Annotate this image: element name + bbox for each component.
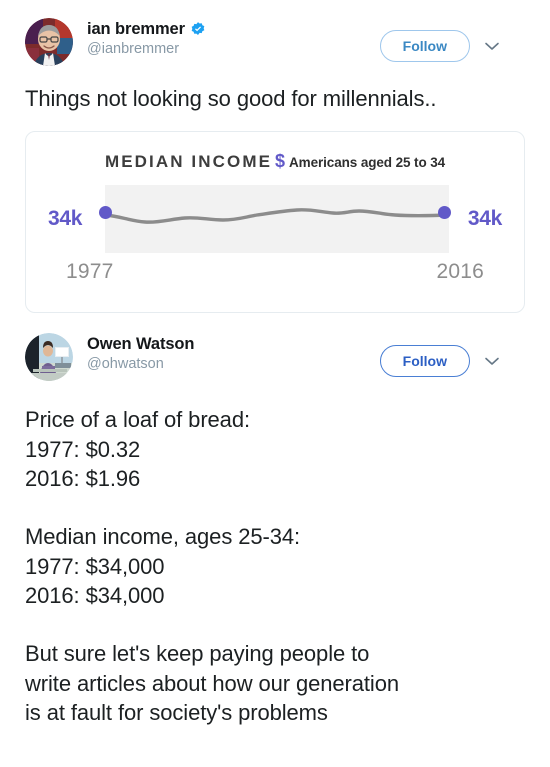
display-name: ian bremmer [87,20,185,38]
chevron-down-icon[interactable] [484,356,500,366]
chevron-down-icon[interactable] [484,41,500,51]
income-line-chart [105,208,449,225]
display-name-row: ian bremmer [87,20,206,38]
chart-endpoint-dot-left [99,206,112,220]
chart-value-label-left: 34k [48,207,83,231]
handle: @ohwatson [87,356,164,373]
chart-plot-area [105,185,449,254]
screenshot-root: ian bremmer @ianbremmer Follow Things no… [0,0,550,767]
tweet-owen-watson: Owen Watson @ohwatson Follow Price of a … [0,313,550,727]
handle: @ianbremmer [87,41,180,58]
tweet-header: ian bremmer @ianbremmer Follow [25,18,525,68]
chart-endpoint-dot-right [438,206,451,220]
follow-controls: Follow [379,345,500,378]
tweet-text: Things not looking so good for millennia… [25,86,437,111]
chart-year-label-left: 1977 [66,260,114,284]
avatar-ian-bremmer[interactable] [25,18,73,66]
avatar-image [25,18,73,66]
chart-subtitle: Americans aged 25 to 34 [289,155,446,171]
chart-value-label-right: 34k [467,207,502,231]
follow-button[interactable]: Follow [379,345,470,378]
verified-badge-icon [191,22,205,36]
dollar-sign-icon: $ [275,151,286,172]
tweet-ian-bremmer: ian bremmer @ianbremmer Follow Things no… [0,0,550,314]
embedded-chart-card[interactable]: MEDIAN INCOME $ Americans aged 25 to 34 34… [25,131,525,314]
tweet-text: Price of a loaf of bread: 1977: $0.32 20… [25,407,399,725]
avatar-image [25,333,73,382]
display-name-row: Owen Watson [87,335,194,353]
avatar-owen-watson[interactable] [25,333,73,382]
follow-controls: Follow [379,30,500,62]
follow-button[interactable]: Follow [379,30,470,62]
identity-block: Owen Watson @ohwatson [87,333,194,375]
display-name: Owen Watson [87,335,195,354]
chart-title-main: MEDIAN INCOME [104,152,273,172]
tweet-header: Owen Watson @ohwatson Follow [25,333,525,383]
identity-block: ian bremmer @ianbremmer [87,18,206,60]
chart-title: MEDIAN INCOME $ Americans aged 25 to 34 [26,151,524,172]
chart-year-label-right: 2016 [436,260,484,284]
